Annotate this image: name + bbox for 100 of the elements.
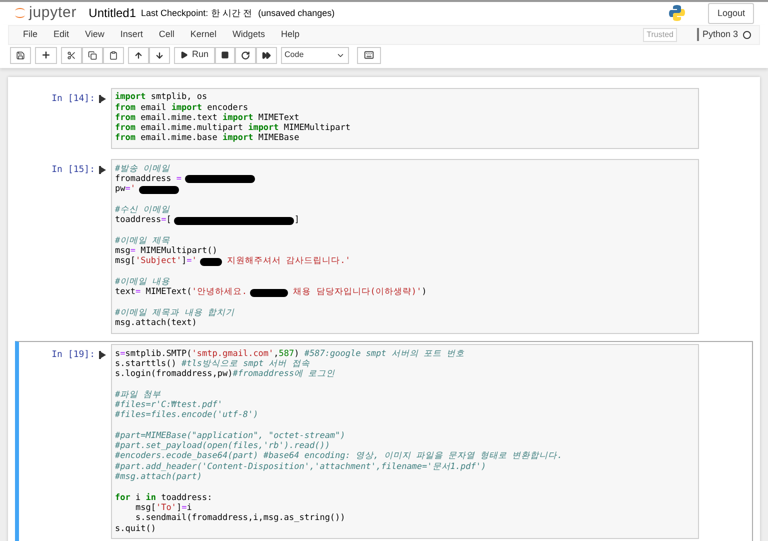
save-icon [16, 50, 25, 60]
menu-item[interactable]: View [77, 28, 112, 42]
code-token: MIMEMultipart() [140, 245, 218, 256]
move-down-button[interactable] [149, 46, 170, 64]
code-token: msg[ [115, 255, 136, 268]
code-token: import [222, 133, 254, 146]
add-cell-button[interactable] [35, 46, 57, 64]
menu-item[interactable]: File [15, 28, 46, 42]
notebook-name[interactable]: Untitled1 [88, 4, 136, 22]
kernel-name: Python 3 [702, 28, 738, 41]
code-token: #이메일 내용 [115, 276, 170, 288]
code-token: toaddress [115, 214, 162, 227]
code-token: ) [422, 286, 427, 300]
code-token: , [274, 348, 279, 360]
code-input[interactable]: import smtplib, os from email import encoders from email.mime.text import MIMEText from email.mime.multipart import MIMEMultipart from email.mime.base import MIMEBase [111, 88, 699, 149]
code-token: email.mime.multipart [140, 122, 243, 134]
code-token: MIMEText [257, 112, 300, 123]
python-logo-icon [668, 4, 686, 22]
play-icon [180, 51, 188, 59]
code-token: = [125, 183, 130, 196]
menu-item[interactable]: Insert [112, 28, 151, 42]
code-token: in [146, 492, 156, 504]
notebook-cell[interactable] [15, 340, 753, 541]
code-token: encoders [206, 102, 248, 113]
restart-button[interactable] [234, 46, 256, 64]
menu-item[interactable]: Kernel [182, 28, 224, 42]
code-input[interactable] [111, 344, 699, 540]
code-token: from [115, 112, 136, 124]
code-token: #발송 이메일 [115, 162, 170, 174]
save-button[interactable] [10, 46, 31, 64]
code-token: smtplib.SMTP( [125, 348, 192, 360]
code-token: = [186, 255, 192, 268]
code-token: msg[ [134, 502, 156, 514]
menu-item[interactable]: Help [272, 28, 308, 42]
code-token: #이메일 제목과 내용 합치기 [115, 306, 234, 318]
code-token: from [115, 102, 136, 114]
code-token: #msg.attach(part) [115, 471, 202, 484]
code-token: import [171, 102, 202, 114]
run-cell-icon[interactable] [99, 166, 106, 174]
jupyter-logo-icon [14, 6, 26, 20]
code-input[interactable]: #발송 이메일 fromaddress = pw=' #수신 이메일 toaddress=[ ] #이메일 제목 msg= MIMEMultipart() msg['Subject']=' 지원해주셔서 감사드립니다.' #이메일 내용 text= MIMEText('안녕하세요. 채용 담당자입니다(이하생략)') #이메일 제목과 내용 합치기 msg.attach(text) [111, 158, 699, 334]
code-token: 지원해주셔서 감사드립니다.' [226, 255, 350, 268]
notebook-cell[interactable]: In [14]: import smtplib, os from email import encoders from email.mime.text import MIMEText from email.mime.multipart import MIMEMultipart from email.mime.base import MIMEBase [15, 84, 753, 152]
paste-button[interactable] [103, 46, 124, 64]
code-token: #files=files.encode('utf-8') [115, 409, 258, 422]
redaction-mark [138, 186, 178, 194]
code-token: 'To' [156, 502, 176, 514]
menu-item[interactable]: Cell [150, 28, 182, 42]
code-token: msg [115, 245, 130, 256]
arrow-up-icon [134, 50, 143, 60]
menu-item[interactable]: Widgets [224, 28, 273, 42]
keyboard-shortcuts-button[interactable] [356, 46, 381, 64]
move-up-button[interactable] [128, 46, 149, 64]
code-token: = [120, 348, 126, 360]
run-cell-icon[interactable] [99, 350, 106, 359]
code-token: #fromaddress에 로그인 [232, 368, 336, 381]
cell-type-select[interactable]: Code [280, 46, 349, 64]
code-token: import [222, 112, 254, 123]
code-token: toaddress: [160, 492, 212, 504]
code-token: 채용 담당자입니다(이하생략)' [292, 286, 422, 300]
logout-button[interactable]: Logout [708, 2, 754, 24]
code-token: for [115, 492, 130, 504]
run-cell-icon[interactable] [99, 94, 106, 102]
code-token: pw [115, 183, 126, 196]
copy-icon [88, 50, 97, 60]
redaction-mark [250, 288, 288, 297]
run-all-button[interactable] [256, 46, 277, 64]
menu-item[interactable]: Edit [46, 28, 78, 42]
copy-button[interactable] [82, 46, 103, 64]
code-token: MIMEText( [144, 286, 192, 300]
jupyter-logo[interactable]: jupyter [14, 2, 77, 24]
code-token: smtplib, os [150, 91, 208, 103]
clipboard-icon [109, 50, 118, 60]
code-token: msg.attach(text) [115, 317, 197, 330]
code-token: #파일 첨부 [115, 388, 162, 400]
cell-prompt: In [19]: [52, 348, 95, 362]
cell-prompt: In [15]: [52, 164, 95, 177]
code-token: ] [294, 214, 300, 227]
code-token: fromaddress [115, 173, 172, 184]
code-token: import [115, 91, 146, 104]
run-button[interactable]: Run [174, 46, 215, 64]
code-token: = [182, 502, 187, 514]
code-token: from [115, 122, 136, 134]
code-token: ] [182, 255, 187, 268]
cell-prompt: In [14]: [52, 92, 95, 106]
code-token: email [140, 102, 168, 114]
redaction-mark [184, 175, 255, 184]
code-token: email.mime.text [140, 112, 218, 124]
plus-icon [41, 50, 51, 60]
cut-button[interactable] [61, 46, 82, 64]
code-token: ' [192, 255, 197, 268]
code-token: #수신 이메일 [115, 204, 170, 216]
code-token: s.login(fromaddress,pw) [115, 368, 233, 381]
code-token: #part.set_payload(open(files,'rb').read()) [115, 440, 330, 452]
code-token: #part.add_header('Content-Disposition','attachment',filename='문서1.pdf') [115, 460, 486, 472]
code-token: i [134, 492, 142, 504]
code-token: MIMEMultipart [282, 122, 350, 134]
stop-button[interactable] [214, 46, 235, 64]
code-token: #encoders.ecode_base64(part) #base64 encoding: 영상, 이미지 파일을 문자열 형태로 변환합니다. [115, 450, 562, 462]
code-token: #587:google smpt 서버의 포트 번호 [304, 348, 465, 360]
